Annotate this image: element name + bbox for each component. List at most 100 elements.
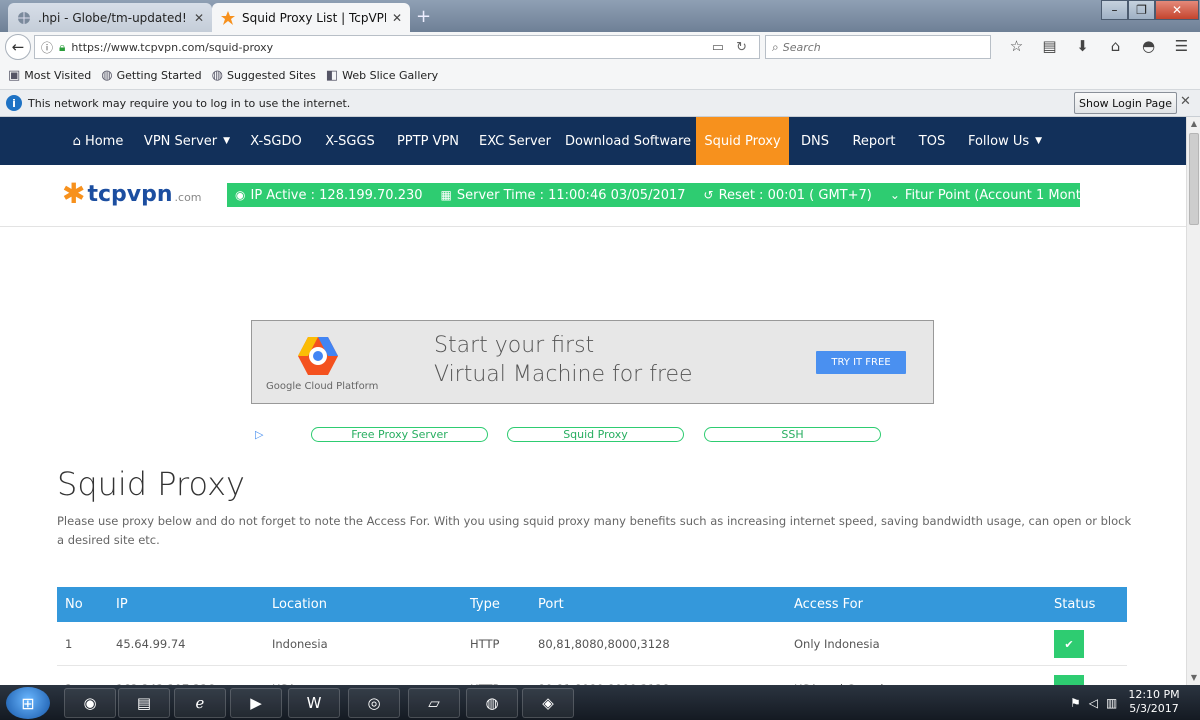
web-slice-icon: ◧	[325, 68, 339, 83]
new-tab-button[interactable]: +	[416, 6, 431, 27]
nav-vpn-server[interactable]: VPN Server ▼	[136, 117, 238, 165]
nav-label: Home	[84, 133, 124, 149]
check-icon[interactable]: ✔	[1054, 630, 1084, 658]
window-controls: – ❐ ✕	[1101, 0, 1199, 20]
site-header: ✱ tcpvpn .com ◉ IP Active : 128.199.70.23…	[0, 165, 1186, 227]
search-input[interactable]	[782, 40, 963, 54]
taskbar-network[interactable]: ◍	[466, 688, 518, 718]
bookmark-suggested-sites[interactable]: ◍ Suggested Sites	[212, 68, 316, 83]
info-icon[interactable]: ⓘ	[41, 39, 53, 56]
cell-type: HTTP	[470, 637, 500, 651]
minimize-button[interactable]: –	[1101, 0, 1128, 20]
bookmark-label: Getting Started	[116, 69, 202, 82]
taskbar-internet-explorer[interactable]: ℯ	[174, 688, 226, 718]
menu-icon[interactable]: ☰	[1165, 37, 1198, 55]
download-icon[interactable]: ⬇	[1066, 37, 1099, 55]
caret-down-icon: ▼	[223, 136, 231, 146]
nav-follow-us[interactable]: Follow Us ▼	[957, 117, 1053, 165]
nav-pptp-vpn[interactable]: PPTP VPN	[388, 117, 468, 165]
nav-squid-proxy[interactable]: Squid Proxy	[696, 117, 789, 165]
home-icon[interactable]: ⌂	[1099, 37, 1132, 55]
table-row: 1 45.64.99.74 Indonesia HTTP 80,81,8080,…	[57, 622, 1127, 666]
nav-x-sgdo[interactable]: X-SGDO	[240, 117, 312, 165]
nav-tos[interactable]: TOS	[909, 117, 955, 165]
cell-access-for: Only Indonesia	[794, 637, 880, 651]
home-icon: ⌂	[72, 133, 81, 149]
globe-icon: ◍	[101, 68, 113, 83]
adchoices-icon[interactable]: ▷	[255, 428, 263, 441]
taskbar-app-red[interactable]: ◎	[348, 688, 400, 718]
column-header-ip: IP	[116, 597, 128, 612]
back-button[interactable]: ←	[5, 34, 31, 60]
scroll-down-icon[interactable]: ▼	[1187, 671, 1200, 685]
taskbar-word[interactable]: W	[288, 688, 340, 718]
fitur-text: Fitur Point (Account 1 Month)	[904, 187, 1095, 203]
network-icon[interactable]: ▥	[1106, 696, 1117, 710]
nav-x-sggs[interactable]: X-SGGS	[314, 117, 386, 165]
url-bar[interactable]: ⓘ 🔒︎ https://www.tcpvpn.com/squid-proxy …	[34, 35, 760, 59]
taskbar-firefox[interactable]: ◉	[64, 688, 116, 718]
nav-dns[interactable]: DNS	[791, 117, 839, 165]
notepad-icon: ▱	[428, 694, 440, 712]
bookmark-getting-started[interactable]: ◍ Getting Started	[101, 68, 201, 83]
nav-exc-server[interactable]: EXC Server	[470, 117, 560, 165]
flag-icon[interactable]: ⚑	[1070, 696, 1081, 710]
reload-icon[interactable]: ↻	[736, 40, 747, 55]
network-globe-icon: ◍	[485, 694, 499, 712]
double-chevron-down-icon: ⌄	[889, 188, 900, 202]
show-login-page-button[interactable]: Show Login Page	[1074, 92, 1177, 114]
captive-portal-notification: i This network may require you to log in…	[0, 90, 1200, 117]
server-time: ▦ Server Time : 11:00:46 03/05/2017	[441, 188, 686, 203]
library-icon[interactable]: ▤	[1033, 37, 1066, 55]
ad-headline-2: Virtual Machine for free	[434, 362, 693, 387]
check-icon[interactable]: ✔	[1054, 675, 1084, 685]
start-button[interactable]: ⊞	[6, 687, 50, 719]
maximize-button[interactable]: ❐	[1128, 0, 1155, 20]
link-ssh[interactable]: SSH	[704, 427, 881, 442]
taskbar-media-player[interactable]: ▶	[230, 688, 282, 718]
nav-report[interactable]: Report	[841, 117, 907, 165]
scroll-up-icon[interactable]: ▲	[1187, 117, 1200, 131]
app-icon: ◎	[367, 694, 381, 712]
browser-navbar: ← ⓘ 🔒︎ https://www.tcpvpn.com/squid-prox…	[0, 32, 1200, 62]
reader-view-icon[interactable]: ▭	[712, 40, 724, 55]
star-icon[interactable]: ☆	[1000, 37, 1033, 55]
ip-active-text: IP Active : 128.199.70.230	[250, 187, 423, 203]
bookmark-web-slice-gallery[interactable]: ◧ Web Slice Gallery	[326, 68, 438, 83]
nav-label: Report	[852, 133, 896, 149]
search-bar[interactable]: ⌕	[765, 35, 991, 59]
bookmarks-bar: ▣ Most Visited ◍ Getting Started ◍ Suggeste…	[0, 62, 1200, 90]
tab-squid-proxy[interactable]: Squid Proxy List | TcpVPN.co ✕	[212, 3, 410, 32]
browser-titlebar: .hpi - Globe/tm-updated!!! 5 ✕ Squid Pro…	[0, 0, 1200, 32]
pocket-icon[interactable]: ◓	[1132, 37, 1165, 55]
tab-globe[interactable]: .hpi - Globe/tm-updated!!! 5 ✕	[8, 3, 212, 32]
taskbar-clock[interactable]: 12:10 PM 5/3/2017	[1120, 688, 1188, 716]
close-icon[interactable]: ✕	[1180, 94, 1191, 109]
cell-ip: 45.64.99.74	[116, 637, 186, 651]
site-nav: ⌂ Home VPN Server ▼ X-SGDO X-SGGS PPTP VPN…	[0, 117, 1186, 165]
logo-tld: .com	[174, 191, 202, 204]
window-close-button[interactable]: ✕	[1155, 0, 1199, 20]
taskbar-notepad[interactable]: ▱	[408, 688, 460, 718]
ad-banner[interactable]: Google Cloud Platform Start your first V…	[251, 320, 934, 404]
close-icon[interactable]: ✕	[194, 11, 204, 25]
try-it-free-button[interactable]: TRY IT FREE	[816, 351, 906, 374]
close-icon[interactable]: ✕	[392, 11, 402, 25]
nav-home[interactable]: ⌂ Home	[62, 117, 134, 165]
bookmark-most-visited[interactable]: ▣ Most Visited	[8, 68, 91, 83]
column-header-port: Port	[538, 597, 564, 612]
bookmark-label: Most Visited	[24, 69, 92, 82]
vertical-scrollbar[interactable]: ▲ ▼	[1186, 117, 1200, 685]
taskbar-app-blue[interactable]: ◈	[522, 688, 574, 718]
url-text[interactable]: https://www.tcpvpn.com/squid-proxy	[71, 41, 711, 54]
speaker-icon[interactable]: ◁	[1089, 696, 1098, 710]
fitur-point[interactable]: ⌄ Fitur Point (Account 1 Month)	[890, 188, 1094, 203]
scrollbar-thumb[interactable]	[1189, 133, 1199, 225]
link-squid-proxy[interactable]: Squid Proxy	[507, 427, 684, 442]
system-tray: ⚑ ◁ ▥	[1070, 685, 1125, 720]
taskbar-explorer[interactable]: ▤	[118, 688, 170, 718]
google-cloud-logo-icon	[298, 337, 338, 375]
link-free-proxy-server[interactable]: Free Proxy Server	[311, 427, 488, 442]
site-logo[interactable]: ✱ tcpvpn .com	[62, 179, 202, 209]
nav-download-software[interactable]: Download Software	[562, 117, 694, 165]
